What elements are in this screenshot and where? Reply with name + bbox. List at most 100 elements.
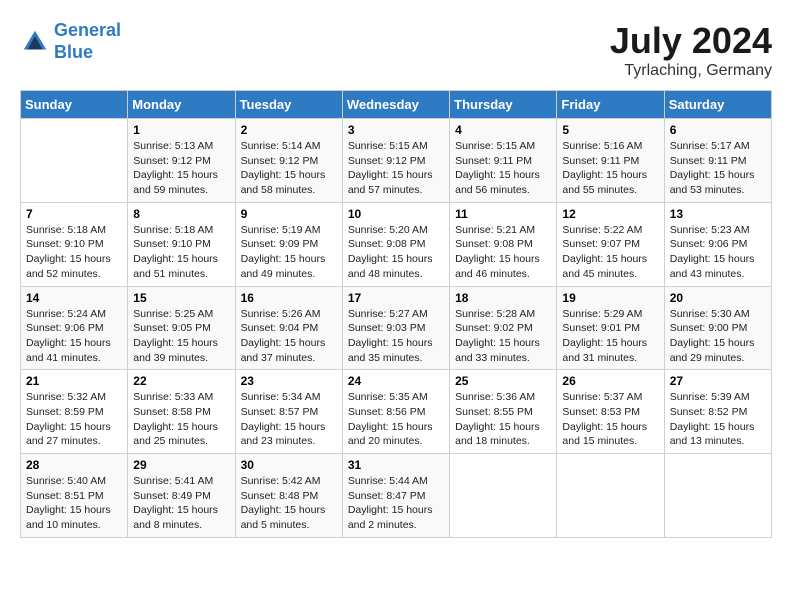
calendar-week-2: 14Sunrise: 5:24 AMSunset: 9:06 PMDayligh… xyxy=(21,286,772,370)
weekday-header-wednesday: Wednesday xyxy=(342,91,449,119)
day-info: Sunrise: 5:27 AMSunset: 9:03 PMDaylight:… xyxy=(348,307,444,366)
day-number: 12 xyxy=(562,207,658,221)
calendar-table: SundayMondayTuesdayWednesdayThursdayFrid… xyxy=(20,90,772,538)
day-number: 2 xyxy=(241,123,337,137)
calendar-cell: 12 Sunrise: 5:22 AMSunset: 9:07 PMDayligh… xyxy=(557,202,664,286)
title-block: July 2024 Tyrlaching, Germany xyxy=(610,20,772,80)
day-number: 24 xyxy=(348,374,444,388)
day-number: 13 xyxy=(670,207,766,221)
calendar-cell: 27 Sunrise: 5:39 AMSunset: 8:52 PMDayligh… xyxy=(664,370,771,454)
calendar-cell: 17 Sunrise: 5:27 AMSunset: 9:03 PMDayligh… xyxy=(342,286,449,370)
day-info: Sunrise: 5:28 AMSunset: 9:02 PMDaylight:… xyxy=(455,307,551,366)
calendar-cell: 29Sunrise: 5:41 AMSunset: 8:49 PMDayligh… xyxy=(128,454,235,538)
calendar-cell: 20 Sunrise: 5:30 AMSunset: 9:00 PMDayligh… xyxy=(664,286,771,370)
day-number: 29 xyxy=(133,458,229,472)
calendar-cell: 18Sunrise: 5:28 AMSunset: 9:02 PMDayligh… xyxy=(450,286,557,370)
weekday-header-tuesday: Tuesday xyxy=(235,91,342,119)
day-number: 4 xyxy=(455,123,551,137)
day-number: 1 xyxy=(133,123,229,137)
day-number: 11 xyxy=(455,207,551,221)
day-info: Sunrise: 5:32 AMSunset: 8:59 PMDaylight:… xyxy=(26,390,122,449)
logo-text: General Blue xyxy=(54,20,121,63)
day-info: Sunrise: 5:30 AMSunset: 9:00 PMDaylight:… xyxy=(670,307,766,366)
calendar-week-4: 28 Sunrise: 5:40 AMSunset: 8:51 PMDayligh… xyxy=(21,454,772,538)
day-number: 6 xyxy=(670,123,766,137)
day-info: Sunrise: 5:26 AMSunset: 9:04 PMDaylight:… xyxy=(241,307,337,366)
day-info: Sunrise: 5:15 AMSunset: 9:12 PMDaylight:… xyxy=(348,139,444,198)
day-info: Sunrise: 5:18 AMSunset: 9:10 PMDaylight:… xyxy=(26,223,122,282)
day-info: Sunrise: 5:44 AMSunset: 8:47 PMDaylight:… xyxy=(348,474,444,533)
calendar-cell: 8 Sunrise: 5:18 AMSunset: 9:10 PMDaylight… xyxy=(128,202,235,286)
month-title: July 2024 xyxy=(610,20,772,62)
weekday-header-thursday: Thursday xyxy=(450,91,557,119)
day-info: Sunrise: 5:19 AMSunset: 9:09 PMDaylight:… xyxy=(241,223,337,282)
logo-line1: General xyxy=(54,20,121,40)
calendar-cell: 11Sunrise: 5:21 AMSunset: 9:08 PMDayligh… xyxy=(450,202,557,286)
calendar-cell xyxy=(21,119,128,203)
weekday-header-friday: Friday xyxy=(557,91,664,119)
day-number: 26 xyxy=(562,374,658,388)
day-number: 22 xyxy=(133,374,229,388)
weekday-header-monday: Monday xyxy=(128,91,235,119)
calendar-cell: 2 Sunrise: 5:14 AMSunset: 9:12 PMDaylight… xyxy=(235,119,342,203)
day-number: 9 xyxy=(241,207,337,221)
day-number: 15 xyxy=(133,291,229,305)
logo: General Blue xyxy=(20,20,121,63)
day-info: Sunrise: 5:39 AMSunset: 8:52 PMDaylight:… xyxy=(670,390,766,449)
calendar-cell: 13 Sunrise: 5:23 AMSunset: 9:06 PMDayligh… xyxy=(664,202,771,286)
day-number: 20 xyxy=(670,291,766,305)
calendar-cell: 6 Sunrise: 5:17 AMSunset: 9:11 PMDaylight… xyxy=(664,119,771,203)
day-number: 31 xyxy=(348,458,444,472)
day-info: Sunrise: 5:14 AMSunset: 9:12 PMDaylight:… xyxy=(241,139,337,198)
calendar-cell xyxy=(450,454,557,538)
calendar-cell: 25 Sunrise: 5:36 AMSunset: 8:55 PMDayligh… xyxy=(450,370,557,454)
calendar-cell: 9 Sunrise: 5:19 AMSunset: 9:09 PMDaylight… xyxy=(235,202,342,286)
calendar-cell xyxy=(664,454,771,538)
day-number: 25 xyxy=(455,374,551,388)
calendar-cell: 10Sunrise: 5:20 AMSunset: 9:08 PMDayligh… xyxy=(342,202,449,286)
day-info: Sunrise: 5:18 AMSunset: 9:10 PMDaylight:… xyxy=(133,223,229,282)
day-number: 19 xyxy=(562,291,658,305)
calendar-body: 1Sunrise: 5:13 AMSunset: 9:12 PMDaylight… xyxy=(21,119,772,538)
day-number: 5 xyxy=(562,123,658,137)
calendar-cell: 31 Sunrise: 5:44 AMSunset: 8:47 PMDayligh… xyxy=(342,454,449,538)
calendar-week-3: 21 Sunrise: 5:32 AMSunset: 8:59 PMDayligh… xyxy=(21,370,772,454)
logo-line2: Blue xyxy=(54,42,93,62)
day-info: Sunrise: 5:16 AMSunset: 9:11 PMDaylight:… xyxy=(562,139,658,198)
day-info: Sunrise: 5:17 AMSunset: 9:11 PMDaylight:… xyxy=(670,139,766,198)
day-info: Sunrise: 5:40 AMSunset: 8:51 PMDaylight:… xyxy=(26,474,122,533)
day-info: Sunrise: 5:24 AMSunset: 9:06 PMDaylight:… xyxy=(26,307,122,366)
calendar-week-1: 7 Sunrise: 5:18 AMSunset: 9:10 PMDaylight… xyxy=(21,202,772,286)
day-number: 28 xyxy=(26,458,122,472)
day-info: Sunrise: 5:23 AMSunset: 9:06 PMDaylight:… xyxy=(670,223,766,282)
calendar-cell: 5 Sunrise: 5:16 AMSunset: 9:11 PMDaylight… xyxy=(557,119,664,203)
calendar-cell: 24 Sunrise: 5:35 AMSunset: 8:56 PMDayligh… xyxy=(342,370,449,454)
calendar-cell: 28 Sunrise: 5:40 AMSunset: 8:51 PMDayligh… xyxy=(21,454,128,538)
calendar-cell: 1Sunrise: 5:13 AMSunset: 9:12 PMDaylight… xyxy=(128,119,235,203)
calendar-week-0: 1Sunrise: 5:13 AMSunset: 9:12 PMDaylight… xyxy=(21,119,772,203)
day-number: 8 xyxy=(133,207,229,221)
day-info: Sunrise: 5:25 AMSunset: 9:05 PMDaylight:… xyxy=(133,307,229,366)
calendar-cell: 22 Sunrise: 5:33 AMSunset: 8:58 PMDayligh… xyxy=(128,370,235,454)
day-info: Sunrise: 5:33 AMSunset: 8:58 PMDaylight:… xyxy=(133,390,229,449)
calendar-cell xyxy=(557,454,664,538)
calendar-cell: 26Sunrise: 5:37 AMSunset: 8:53 PMDayligh… xyxy=(557,370,664,454)
location: Tyrlaching, Germany xyxy=(610,62,772,80)
day-number: 27 xyxy=(670,374,766,388)
day-info: Sunrise: 5:20 AMSunset: 9:08 PMDaylight:… xyxy=(348,223,444,282)
calendar-cell: 15 Sunrise: 5:25 AMSunset: 9:05 PMDayligh… xyxy=(128,286,235,370)
day-info: Sunrise: 5:35 AMSunset: 8:56 PMDaylight:… xyxy=(348,390,444,449)
day-info: Sunrise: 5:22 AMSunset: 9:07 PMDaylight:… xyxy=(562,223,658,282)
day-info: Sunrise: 5:36 AMSunset: 8:55 PMDaylight:… xyxy=(455,390,551,449)
day-info: Sunrise: 5:42 AMSunset: 8:48 PMDaylight:… xyxy=(241,474,337,533)
day-number: 30 xyxy=(241,458,337,472)
calendar-cell: 4Sunrise: 5:15 AMSunset: 9:11 PMDaylight… xyxy=(450,119,557,203)
day-info: Sunrise: 5:29 AMSunset: 9:01 PMDaylight:… xyxy=(562,307,658,366)
weekday-header-saturday: Saturday xyxy=(664,91,771,119)
day-number: 21 xyxy=(26,374,122,388)
calendar-cell: 16Sunrise: 5:26 AMSunset: 9:04 PMDayligh… xyxy=(235,286,342,370)
weekday-header-sunday: Sunday xyxy=(21,91,128,119)
day-number: 7 xyxy=(26,207,122,221)
calendar-cell: 3Sunrise: 5:15 AMSunset: 9:12 PMDaylight… xyxy=(342,119,449,203)
day-number: 17 xyxy=(348,291,444,305)
